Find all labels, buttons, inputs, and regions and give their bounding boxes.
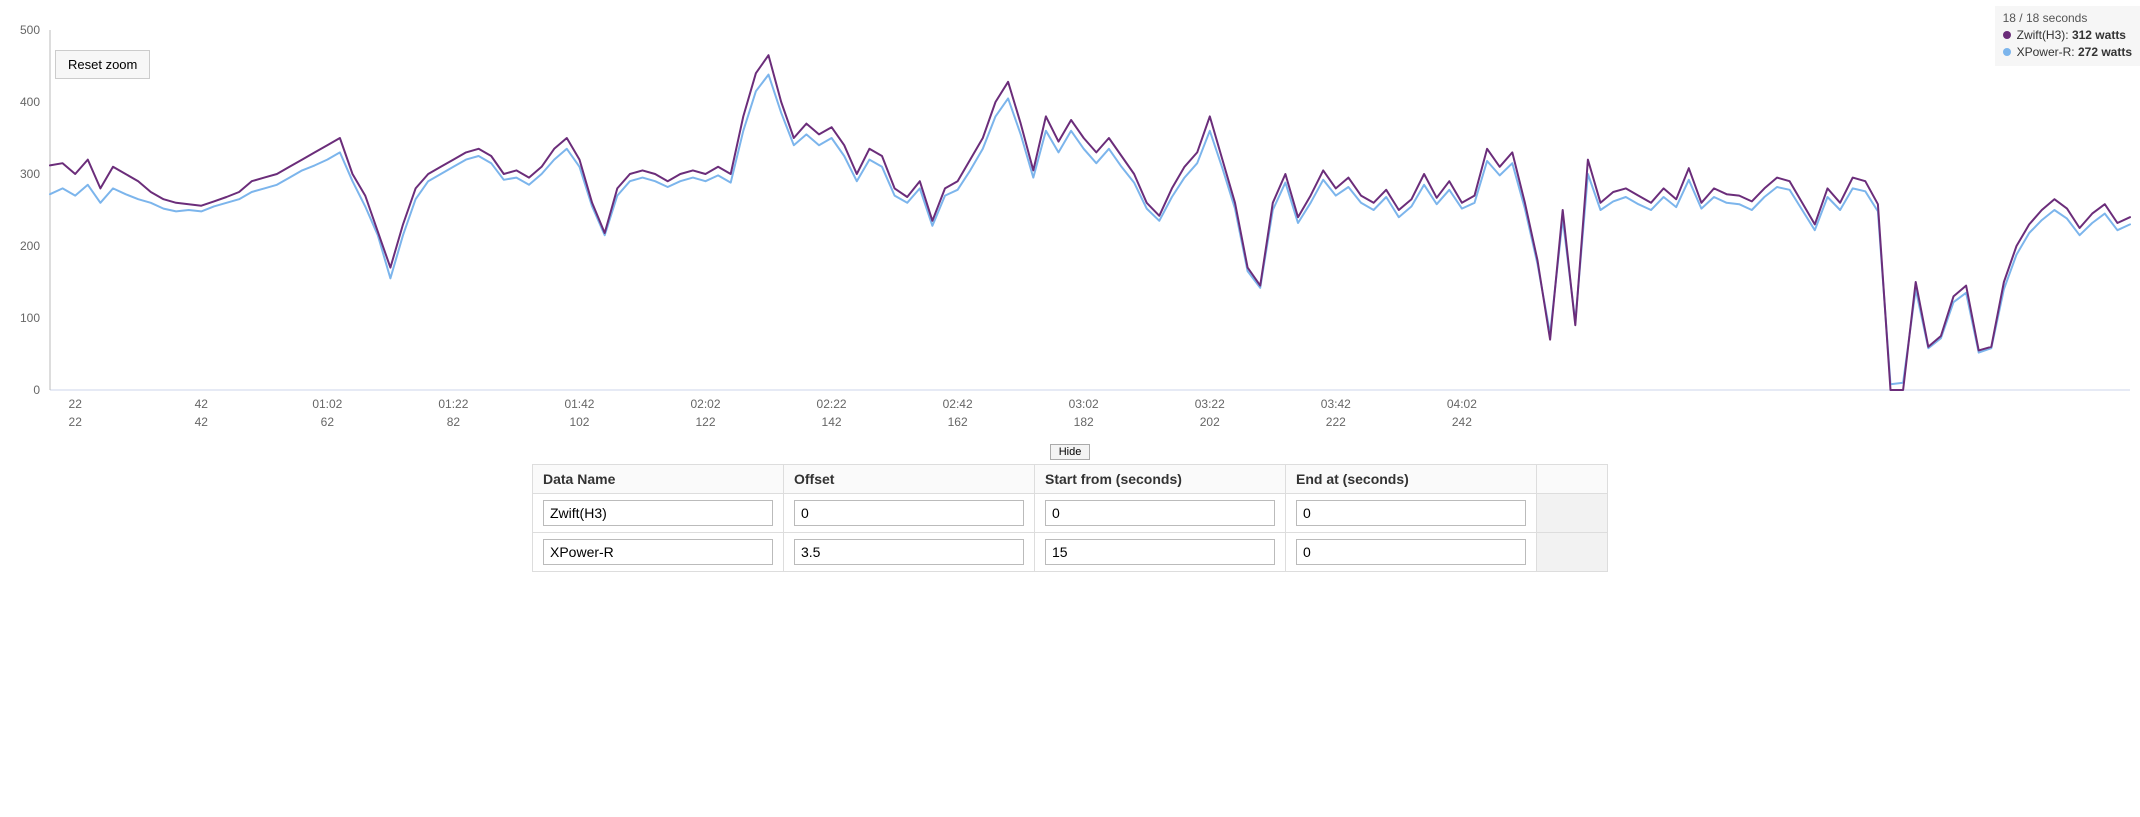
svg-text:102: 102 [569, 415, 589, 429]
svg-text:03:42: 03:42 [1321, 397, 1351, 411]
table-row [533, 494, 1608, 533]
start-input[interactable] [1045, 500, 1275, 526]
svg-text:300: 300 [20, 167, 40, 181]
svg-text:42: 42 [195, 397, 209, 411]
svg-text:02:42: 02:42 [943, 397, 973, 411]
hide-button[interactable]: Hide [1050, 444, 1091, 460]
reset-zoom-button[interactable]: Reset zoom [55, 50, 150, 79]
table-header-row: Data Name Offset Start from (seconds) En… [533, 465, 1608, 494]
data-table: Data Name Offset Start from (seconds) En… [532, 464, 1608, 572]
tooltip-series-name: XPower-R: 272 watts [2017, 44, 2132, 61]
svg-text:0: 0 [33, 383, 40, 397]
svg-text:01:02: 01:02 [312, 397, 342, 411]
svg-text:62: 62 [321, 415, 335, 429]
row-action-cell [1537, 533, 1608, 572]
svg-text:22: 22 [69, 397, 83, 411]
svg-text:03:22: 03:22 [1195, 397, 1225, 411]
svg-text:02:22: 02:22 [817, 397, 847, 411]
series-dot-icon [2003, 48, 2011, 56]
col-header: Offset [784, 465, 1035, 494]
tooltip-series-name: Zwift(H3): 312 watts [2017, 27, 2126, 44]
col-header: Data Name [533, 465, 784, 494]
svg-text:02:02: 02:02 [690, 397, 720, 411]
svg-text:01:42: 01:42 [564, 397, 594, 411]
svg-text:242: 242 [1452, 415, 1472, 429]
svg-text:01:22: 01:22 [438, 397, 468, 411]
series-dot-icon [2003, 31, 2011, 39]
svg-text:122: 122 [695, 415, 715, 429]
svg-text:200: 200 [20, 239, 40, 253]
svg-text:82: 82 [447, 415, 461, 429]
chart-container: Reset zoom 18 / 18 seconds Zwift(H3): 31… [0, 0, 2140, 440]
end-input[interactable] [1296, 539, 1526, 565]
svg-text:04:02: 04:02 [1447, 397, 1477, 411]
svg-text:22: 22 [69, 415, 83, 429]
name-input[interactable] [543, 539, 773, 565]
col-header-empty [1537, 465, 1608, 494]
chart-tooltip: 18 / 18 seconds Zwift(H3): 312 watts XPo… [1995, 6, 2140, 66]
end-input[interactable] [1296, 500, 1526, 526]
col-header: End at (seconds) [1286, 465, 1537, 494]
svg-text:500: 500 [20, 23, 40, 37]
tooltip-header: 18 / 18 seconds [2003, 10, 2132, 27]
tooltip-row: XPower-R: 272 watts [2003, 44, 2132, 61]
offset-input[interactable] [794, 500, 1024, 526]
svg-text:162: 162 [948, 415, 968, 429]
chart-svg[interactable]: 01002003004005002222424201:026201:228201… [0, 0, 2140, 440]
col-header: Start from (seconds) [1035, 465, 1286, 494]
name-input[interactable] [543, 500, 773, 526]
table-row [533, 533, 1608, 572]
row-action-cell [1537, 494, 1608, 533]
start-input[interactable] [1045, 539, 1275, 565]
svg-text:182: 182 [1074, 415, 1094, 429]
svg-text:100: 100 [20, 311, 40, 325]
svg-text:03:02: 03:02 [1069, 397, 1099, 411]
svg-text:400: 400 [20, 95, 40, 109]
svg-text:222: 222 [1326, 415, 1346, 429]
tooltip-row: Zwift(H3): 312 watts [2003, 27, 2132, 44]
offset-input[interactable] [794, 539, 1024, 565]
svg-text:42: 42 [195, 415, 209, 429]
svg-text:202: 202 [1200, 415, 1220, 429]
svg-text:142: 142 [822, 415, 842, 429]
